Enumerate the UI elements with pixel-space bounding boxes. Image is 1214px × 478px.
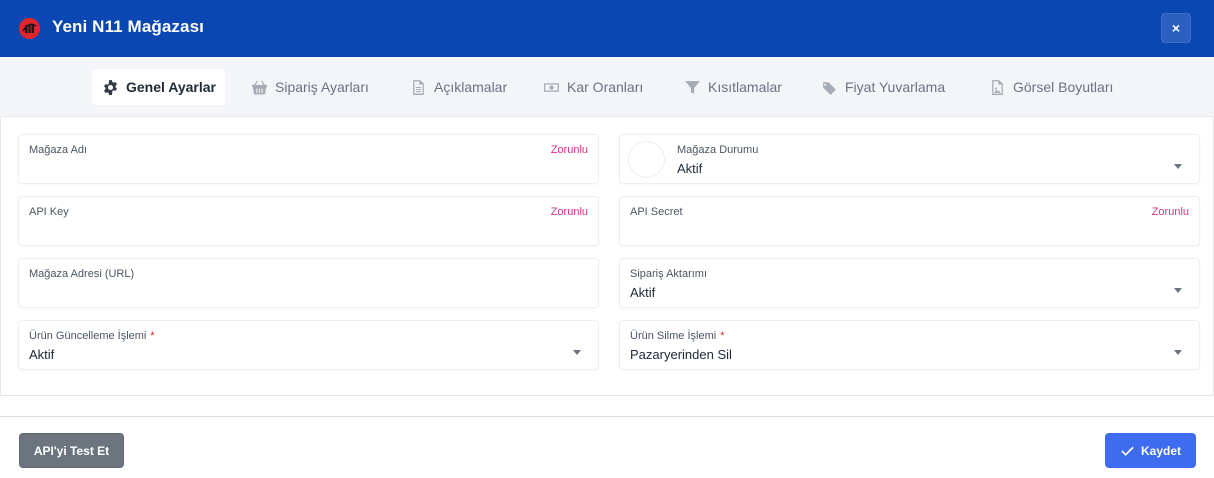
tab-restrictions[interactable]: Kısıtlamalar	[683, 69, 782, 105]
close-icon: ×	[1171, 20, 1181, 36]
store-url-field[interactable]: Mağaza Adresi (URL)	[18, 258, 599, 308]
tab-image-sizes[interactable]: Görsel Boyutları	[988, 69, 1113, 105]
tab-general-settings[interactable]: Genel Ayarlar	[92, 69, 226, 105]
tab-price-rounding[interactable]: Fiyat Yuvarlama	[820, 69, 945, 105]
save-label: Kaydet	[1140, 443, 1181, 458]
check-icon	[1121, 446, 1134, 456]
modal-footer: API'yi Test Et Kaydet	[0, 416, 1214, 478]
settings-tabs: Genel Ayarlar Sipariş Ayarları Açıklamal…	[0, 57, 1214, 117]
modal-header: Yeni N11 Mağazası ×	[0, 0, 1214, 57]
n11-logo-icon	[19, 18, 40, 39]
test-api-button[interactable]: API'yi Test Et	[19, 433, 124, 468]
new-store-modal: Yeni N11 Mağazası × Genel Ayarlar Sipari…	[0, 0, 1214, 478]
field-label: Ürün Güncelleme İşlemi *	[29, 330, 155, 342]
field-label: Mağaza Durumu	[677, 144, 759, 156]
basket-icon	[250, 78, 268, 96]
required-hint: Zorunlu	[1151, 206, 1189, 218]
field-label: API Key	[29, 206, 69, 218]
field-label: Mağaza Adresi (URL)	[29, 268, 135, 280]
tab-label: Genel Ayarlar	[126, 79, 217, 95]
field-label: Sipariş Aktarımı	[630, 268, 708, 280]
order-transfer-select[interactable]: Sipariş Aktarımı Aktif	[619, 258, 1200, 308]
status-toggle[interactable]	[628, 141, 665, 178]
tab-profit-rates[interactable]: Kar Oranları	[542, 69, 643, 105]
field-label: Ürün Silme İşlemi *	[630, 330, 724, 342]
image-file-icon	[988, 78, 1006, 96]
tab-order-settings[interactable]: Sipariş Ayarları	[250, 69, 369, 105]
gear-icon	[101, 78, 119, 96]
tab-label: Görsel Boyutları	[1013, 79, 1114, 95]
general-settings-form: Mağaza Adı Zorunlu Mağaza Durumu Aktif A…	[0, 117, 1214, 396]
field-value: Aktif	[630, 285, 656, 300]
required-hint: Zorunlu	[550, 144, 588, 156]
product-update-select[interactable]: Ürün Güncelleme İşlemi * Aktif	[18, 320, 599, 370]
money-icon	[542, 78, 560, 96]
tab-label: Sipariş Ayarları	[275, 79, 369, 95]
tab-label: Kısıtlamalar	[708, 79, 782, 95]
required-mark: *	[720, 330, 725, 342]
api-secret-field[interactable]: API Secret Zorunlu	[619, 196, 1200, 246]
chevron-down-icon	[1174, 350, 1182, 355]
close-button[interactable]: ×	[1161, 13, 1191, 43]
chevron-down-icon	[1174, 288, 1182, 293]
product-delete-select[interactable]: Ürün Silme İşlemi * Pazaryerinden Sil	[619, 320, 1200, 370]
field-label: API Secret	[630, 206, 683, 218]
store-name-field[interactable]: Mağaza Adı Zorunlu	[18, 134, 599, 184]
required-mark: *	[150, 330, 155, 342]
document-icon	[409, 78, 427, 96]
required-hint: Zorunlu	[550, 206, 588, 218]
label-text: Ürün Güncelleme İşlemi	[29, 330, 147, 342]
save-button[interactable]: Kaydet	[1105, 433, 1196, 468]
field-value: Aktif	[677, 161, 703, 176]
tags-icon	[820, 78, 838, 96]
chevron-down-icon	[573, 350, 581, 355]
tab-label: Kar Oranları	[567, 79, 644, 95]
chevron-down-icon	[1174, 164, 1182, 169]
field-value: Pazaryerinden Sil	[630, 347, 732, 362]
tab-label: Açıklamalar	[434, 79, 508, 95]
filter-icon	[683, 78, 701, 96]
field-value: Aktif	[29, 347, 55, 362]
tab-descriptions[interactable]: Açıklamalar	[409, 69, 507, 105]
store-status-field[interactable]: Mağaza Durumu Aktif	[619, 134, 1200, 184]
label-text: Ürün Silme İşlemi	[630, 330, 717, 342]
modal-title: Yeni N11 Mağazası	[52, 17, 204, 36]
field-label: Mağaza Adı	[29, 144, 88, 156]
api-key-field[interactable]: API Key Zorunlu	[18, 196, 599, 246]
tab-label: Fiyat Yuvarlama	[845, 79, 946, 95]
